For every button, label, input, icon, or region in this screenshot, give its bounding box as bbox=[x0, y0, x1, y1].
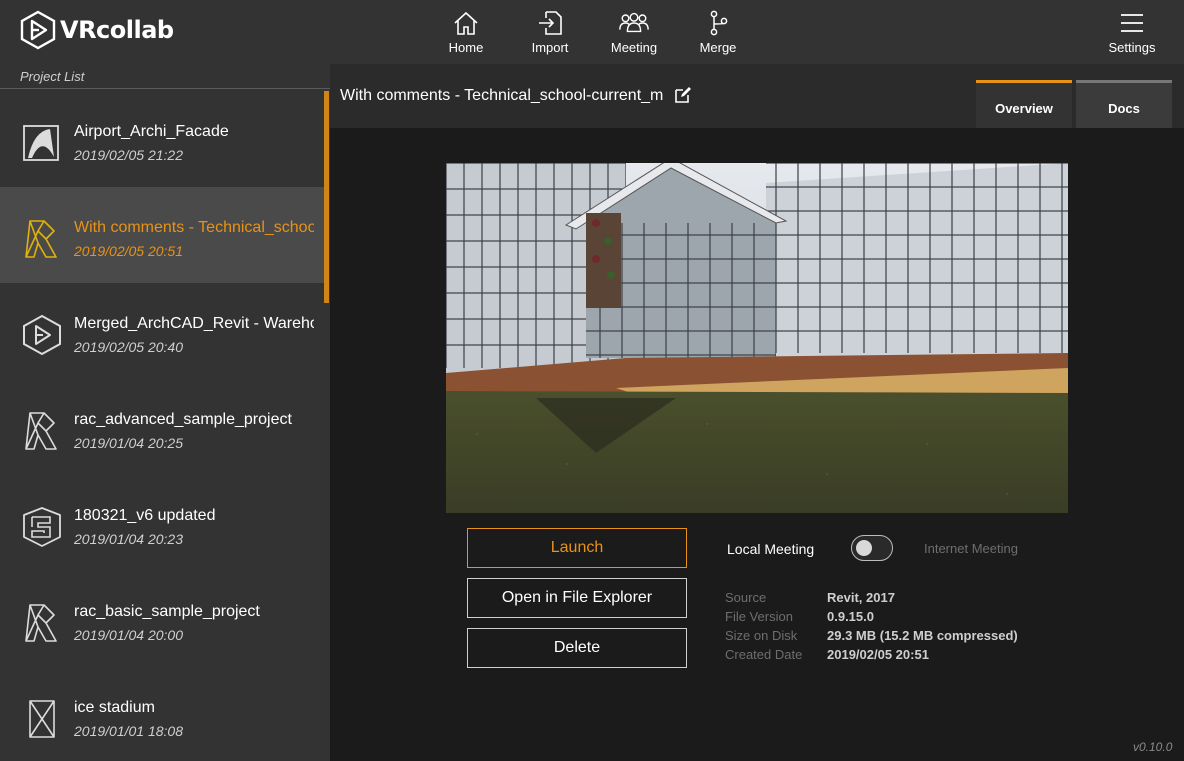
merge-icon bbox=[710, 10, 728, 36]
project-name: ice stadium bbox=[74, 699, 155, 716]
info-value-size: 29.3 MB (15.2 MB compressed) bbox=[827, 628, 1018, 643]
project-name: With comments - Technical_school-current… bbox=[74, 219, 314, 236]
project-list-sidebar: Project List Airport_Archi_Facade 2019/0… bbox=[0, 64, 330, 761]
project-date: 2019/01/01 18:08 bbox=[74, 723, 183, 739]
menu-icon bbox=[1121, 14, 1143, 32]
project-item-selected[interactable]: With comments - Technical_school-current… bbox=[0, 187, 324, 283]
nav-settings-label: Settings bbox=[1108, 40, 1156, 55]
project-date: 2019/01/04 20:00 bbox=[74, 627, 183, 643]
revit-icon bbox=[25, 220, 57, 258]
app-name: VRcollab bbox=[60, 16, 174, 44]
revit-icon bbox=[25, 412, 57, 450]
tab-overview[interactable]: Overview bbox=[976, 80, 1072, 128]
people-icon bbox=[619, 12, 649, 33]
project-date: 2019/01/04 20:25 bbox=[74, 435, 183, 451]
info-label-size: Size on Disk bbox=[725, 628, 798, 643]
internet-meeting-label: Internet Meeting bbox=[924, 541, 1018, 556]
project-name: Airport_Archi_Facade bbox=[74, 123, 229, 140]
delete-button[interactable]: Delete bbox=[467, 628, 687, 668]
main-header: With comments - Technical_school-current… bbox=[330, 64, 1184, 128]
edit-icon[interactable] bbox=[674, 86, 692, 104]
project-list-title: Project List bbox=[0, 64, 330, 89]
project-preview-image bbox=[446, 163, 1068, 513]
open-in-file-explorer-button[interactable]: Open in File Explorer bbox=[467, 578, 687, 618]
launch-button[interactable]: Launch bbox=[467, 528, 687, 568]
project-name: rac_advanced_sample_project bbox=[74, 411, 292, 428]
vrcollab-icon bbox=[23, 314, 61, 356]
nav-home[interactable]: Home bbox=[431, 10, 501, 60]
project-item[interactable]: 180321_v6 updated 2019/01/04 20:23 bbox=[0, 475, 324, 571]
app-version: v0.10.0 bbox=[1133, 740, 1173, 754]
project-item[interactable]: rac_basic_sample_project 2019/01/04 20:0… bbox=[0, 571, 324, 667]
app-logo: VRcollab bbox=[20, 10, 174, 50]
sidebar-scrollbar[interactable] bbox=[324, 91, 329, 303]
project-date: 2019/02/05 21:22 bbox=[74, 147, 183, 163]
project-item[interactable]: ice stadium 2019/01/01 18:08 bbox=[0, 667, 324, 761]
nav-merge[interactable]: Merge bbox=[683, 10, 753, 60]
info-value-source: Revit, 2017 bbox=[827, 590, 895, 605]
project-date: 2019/01/04 20:23 bbox=[74, 531, 183, 547]
meeting-mode-toggle[interactable] bbox=[851, 535, 893, 561]
project-date: 2019/02/05 20:40 bbox=[74, 339, 183, 355]
import-icon bbox=[539, 11, 562, 35]
vrcollab-logo-icon bbox=[20, 10, 56, 50]
nav-merge-label: Merge bbox=[699, 40, 737, 55]
info-value-file-version: 0.9.15.0 bbox=[827, 609, 874, 624]
navisworks-icon bbox=[29, 700, 55, 738]
project-item[interactable]: rac_advanced_sample_project 2019/01/04 2… bbox=[0, 379, 324, 475]
project-name: 180321_v6 updated bbox=[74, 507, 216, 524]
top-bar: VRcollab Home Import Meeting Merge Setti… bbox=[0, 0, 1184, 64]
tab-docs[interactable]: Docs bbox=[1076, 80, 1172, 128]
info-label-file-version: File Version bbox=[725, 609, 793, 624]
info-value-created: 2019/02/05 20:51 bbox=[827, 647, 929, 662]
project-item[interactable]: Merged_ArchCAD_Revit - Warehouse 2019/02… bbox=[0, 283, 324, 379]
project-date: 2019/02/05 20:51 bbox=[74, 243, 183, 259]
archicad-icon bbox=[23, 125, 59, 161]
project-item[interactable]: Airport_Archi_Facade 2019/02/05 21:22 bbox=[0, 91, 324, 187]
toggle-knob bbox=[856, 540, 872, 556]
nav-home-label: Home bbox=[448, 40, 484, 55]
project-name: Merged_ArchCAD_Revit - Warehouse bbox=[74, 315, 314, 332]
nav-meeting-label: Meeting bbox=[610, 40, 658, 55]
nav-settings[interactable]: Settings bbox=[1097, 10, 1167, 60]
nav-import[interactable]: Import bbox=[515, 10, 585, 60]
sketchup-icon bbox=[23, 507, 61, 547]
project-name: rac_basic_sample_project bbox=[74, 603, 260, 620]
info-label-created: Created Date bbox=[725, 647, 803, 662]
info-label-source: Source bbox=[725, 590, 767, 605]
revit-icon bbox=[25, 604, 57, 642]
nav-meeting[interactable]: Meeting bbox=[599, 10, 669, 60]
local-meeting-label: Local Meeting bbox=[727, 541, 815, 557]
nav-import-label: Import bbox=[531, 40, 569, 55]
home-icon bbox=[454, 11, 478, 35]
project-title: With comments - Technical_school-current… bbox=[340, 87, 664, 104]
